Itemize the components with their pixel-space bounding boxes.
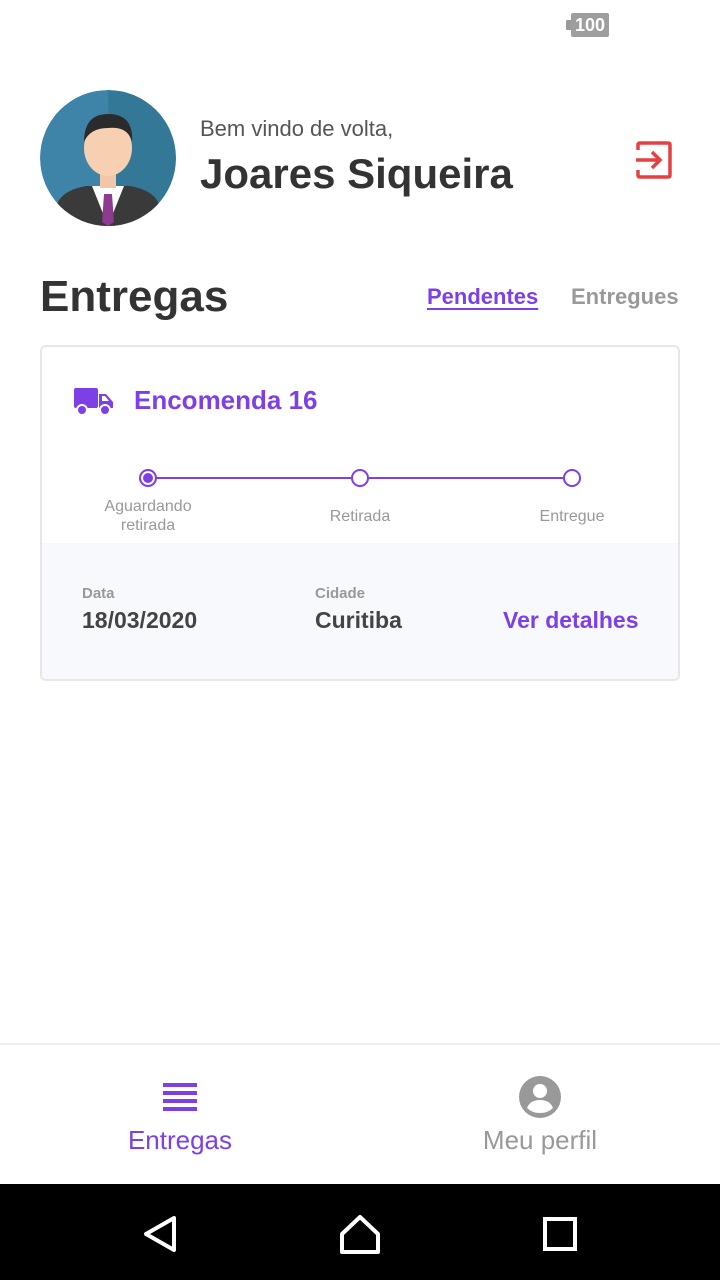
- progress-step-label: Entregue: [539, 508, 605, 525]
- user-name: Joares Siqueira: [200, 150, 513, 197]
- list-icon: [163, 1083, 197, 1111]
- status-bar: 100: [0, 0, 720, 48]
- home-button[interactable]: [338, 1212, 382, 1256]
- bottom-tab-label: Meu perfil: [482, 1125, 598, 1155]
- view-details-link[interactable]: Ver detalhes: [503, 607, 639, 634]
- account-circle-icon: [519, 1076, 561, 1118]
- date-label: Data: [82, 585, 115, 602]
- card-header: Encomenda 16: [74, 385, 318, 416]
- battery-indicator: 100: [566, 13, 610, 37]
- recents-button[interactable]: [538, 1212, 582, 1256]
- delivery-card: Encomenda 16 Aguardando retirada Retirad…: [40, 345, 680, 681]
- progress-step-dot: [351, 469, 369, 487]
- page-title: Entregas: [40, 272, 229, 321]
- tab-pendentes[interactable]: Pendentes: [427, 284, 538, 310]
- avatar: [40, 90, 176, 226]
- system-navigation-bar: [0, 1184, 720, 1280]
- recents-square-icon: [543, 1217, 577, 1251]
- home-icon: [340, 1215, 380, 1254]
- greeting-text: Bem vindo de volta,: [200, 116, 394, 141]
- order-title: Encomenda 16: [134, 385, 318, 415]
- bottom-tab-bar: Entregas Meu perfil: [0, 1043, 720, 1184]
- bottom-tab-entregas[interactable]: Entregas: [0, 1045, 360, 1186]
- bottom-tab-label: Entregas: [127, 1125, 233, 1155]
- logout-button[interactable]: [634, 140, 674, 180]
- date-value: 18/03/2020: [82, 607, 198, 633]
- businessman-avatar-icon: [40, 90, 176, 226]
- back-button[interactable]: [138, 1212, 182, 1256]
- city-value: Curitiba: [315, 607, 402, 633]
- truck-icon: [74, 387, 113, 416]
- delivery-progress: Aguardando retirada Retirada Entregue: [42, 467, 678, 547]
- back-triangle-icon: [144, 1216, 176, 1252]
- bottom-tab-meu-perfil[interactable]: Meu perfil: [360, 1045, 720, 1186]
- progress-step-label: Aguardando retirada: [104, 498, 192, 534]
- battery-level: 100: [571, 13, 610, 37]
- progress-step-dot: [563, 469, 581, 487]
- city-label: Cidade: [315, 585, 366, 602]
- tab-entregues[interactable]: Entregues: [571, 284, 679, 310]
- progress-step-label: Retirada: [329, 508, 391, 525]
- logout-icon: [636, 141, 672, 179]
- card-footer: Data 18/03/2020 Cidade Curitiba Ver deta…: [42, 543, 678, 679]
- progress-step-dot: [139, 469, 157, 487]
